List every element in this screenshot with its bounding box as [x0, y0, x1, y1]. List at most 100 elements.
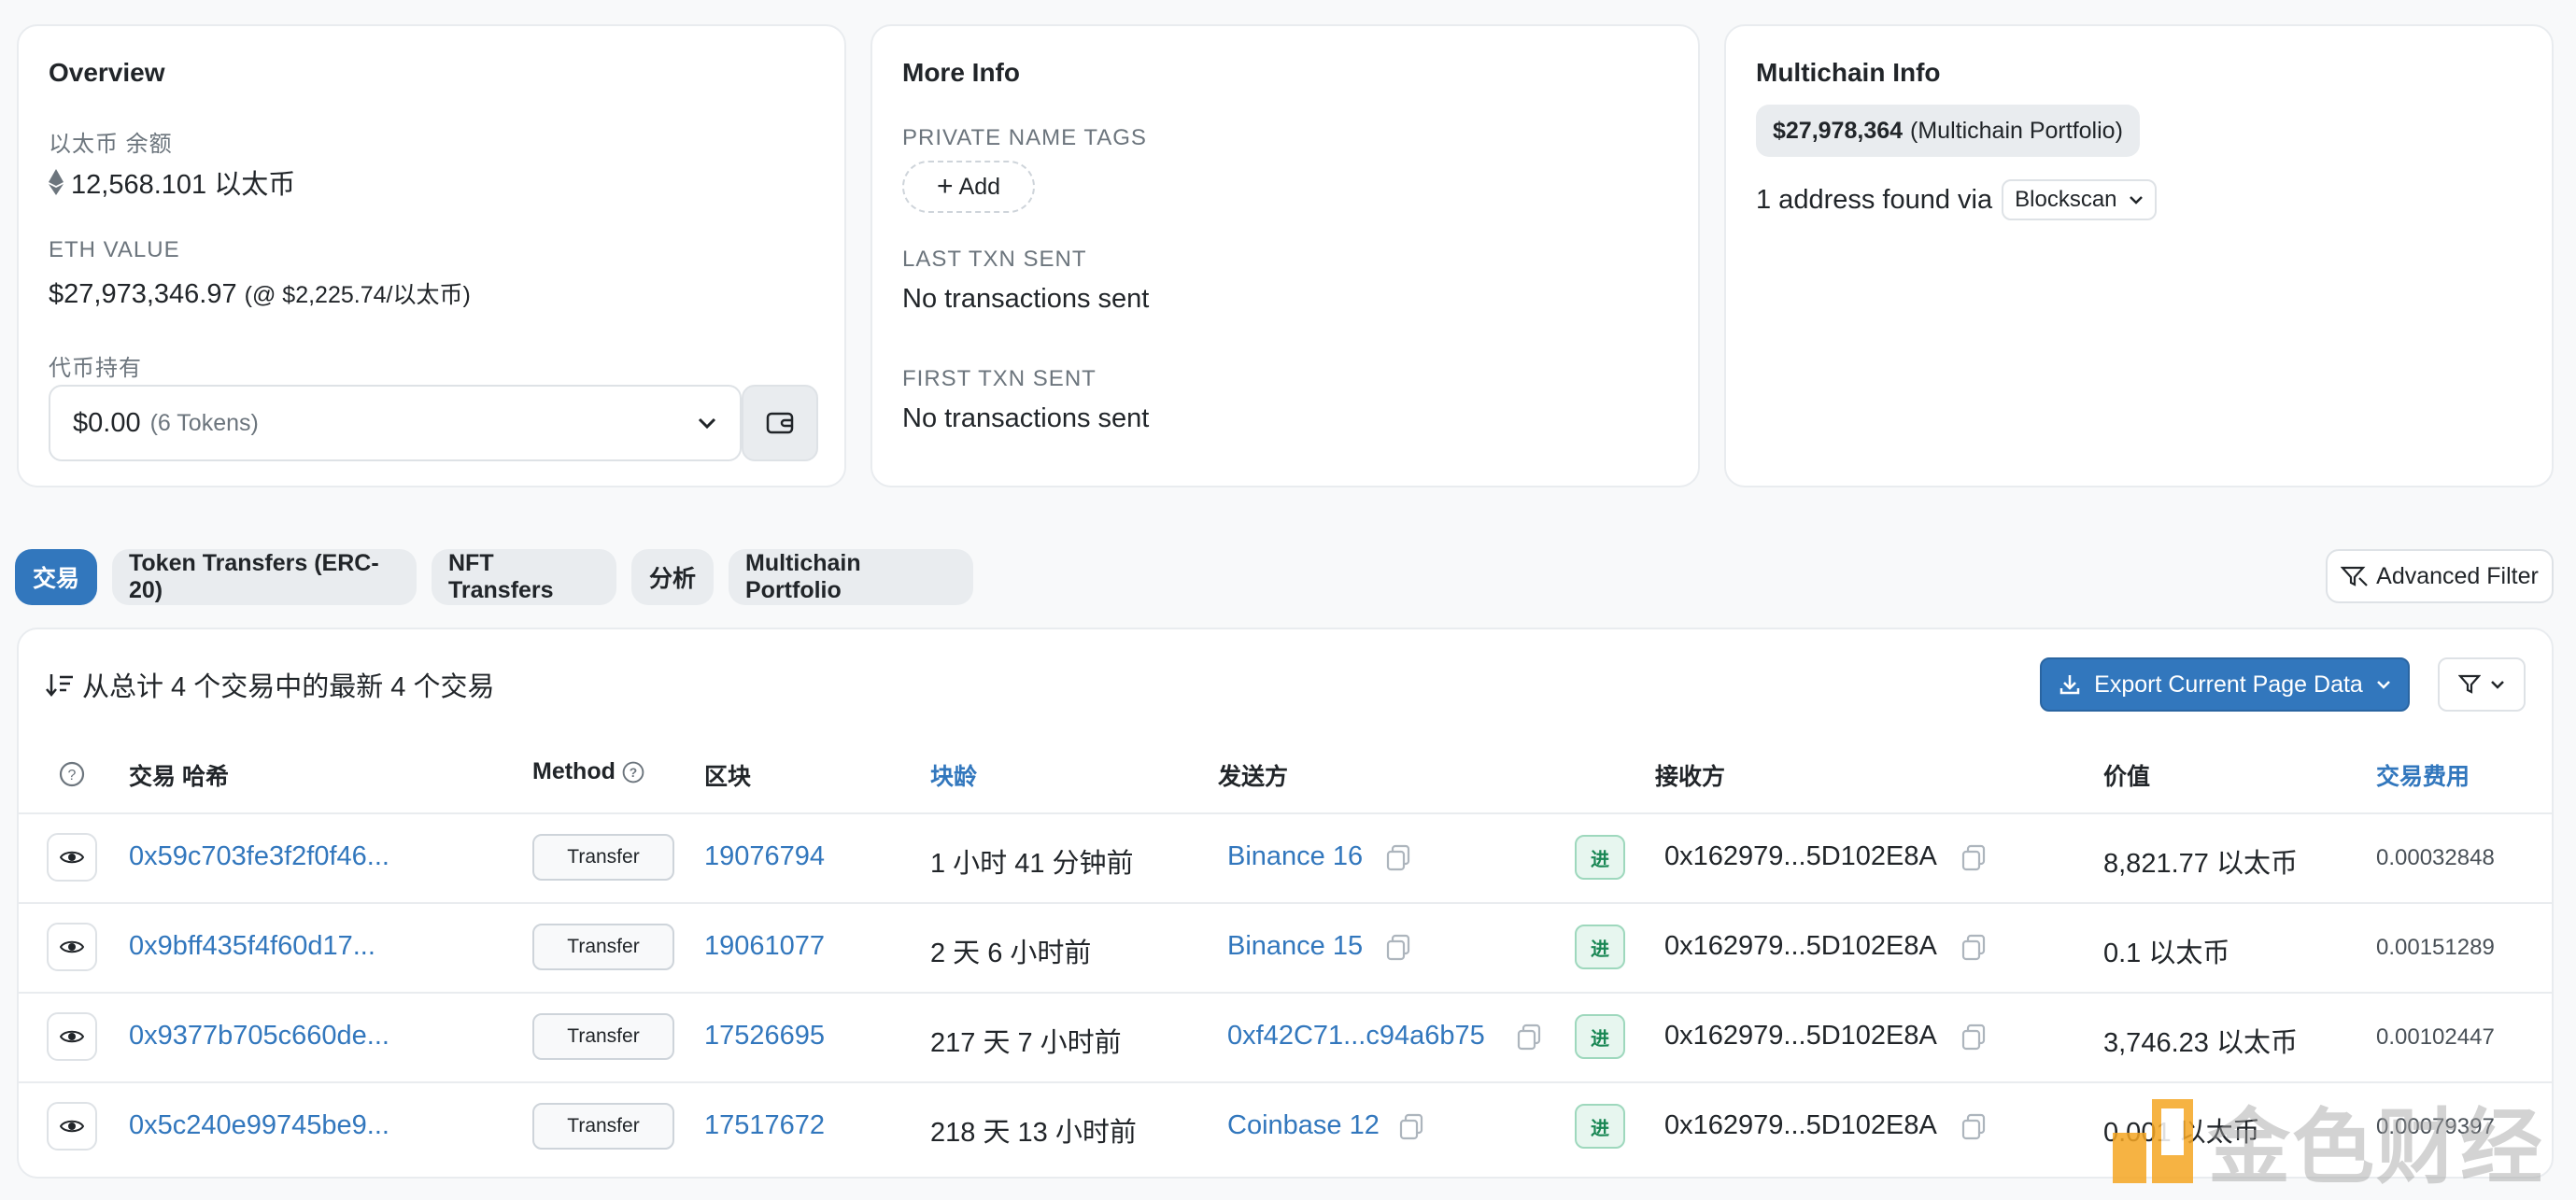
header-age[interactable]: 块龄: [930, 758, 977, 792]
help-icon[interactable]: ?: [58, 760, 86, 788]
summary-text: 从总计 4 个交易中的最新 4 个交易: [82, 672, 495, 702]
from-address-link[interactable]: Binance 15: [1227, 931, 1363, 962]
watermark-logo-icon: [2113, 1098, 2193, 1183]
multichain-card: Multichain Info $27,978,364 (Multichain …: [1724, 24, 2554, 487]
tab-nft-transfers[interactable]: NFT Transfers: [432, 549, 616, 605]
preview-button[interactable]: [47, 1012, 97, 1061]
table-summary: 从总计 4 个交易中的最新 4 个交易: [45, 665, 495, 704]
divider: [17, 992, 2554, 994]
copy-icon[interactable]: [1960, 1112, 1988, 1140]
txn-hash-link[interactable]: 0x5c240e99745be9...: [129, 1110, 389, 1141]
tab-label: 分析: [648, 566, 696, 592]
txn-value: 0.1 以太币: [2103, 939, 2230, 968]
txn-age: 1 小时 41 分钟前: [930, 849, 1134, 879]
token-amount: $0.00: [73, 407, 141, 438]
advanced-filter-label: Advanced Filter: [2376, 562, 2539, 589]
eth-value-label: ETH VALUE: [49, 237, 180, 262]
svg-text:?: ?: [630, 765, 637, 780]
help-icon[interactable]: ?: [621, 760, 645, 784]
to-address: 0x162979...5D102E8A: [1664, 1021, 1937, 1051]
watermark: 金色财经: [2109, 1081, 2544, 1200]
token-holdings-label: 代币持有: [49, 356, 142, 381]
multichain-portfolio-badge[interactable]: $27,978,364 (Multichain Portfolio): [1756, 105, 2140, 157]
from-address-link[interactable]: Binance 16: [1227, 841, 1363, 872]
balance-value: 12,568.101 以太币: [49, 162, 295, 202]
portfolio-amount: $27,978,364: [1773, 117, 1904, 144]
first-txn-value: No transactions sent: [902, 403, 1150, 433]
txn-age: 218 天 13 小时前: [930, 1118, 1137, 1148]
tab-label: Token Transfers (ERC-20): [129, 550, 379, 603]
txn-hash-link[interactable]: 0x9377b705c660de...: [129, 1021, 389, 1052]
copy-icon[interactable]: [1384, 843, 1412, 871]
chevron-down-icon: [2491, 681, 2504, 689]
blockscan-dropdown[interactable]: Blockscan: [2002, 179, 2157, 220]
advanced-filter-button[interactable]: Advanced Filter: [2326, 549, 2554, 603]
copy-icon[interactable]: [1960, 933, 1988, 961]
more-info-title: More Info: [902, 58, 1020, 87]
block-link[interactable]: 19061077: [704, 931, 825, 962]
block-link[interactable]: 17517672: [704, 1110, 825, 1141]
to-address: 0x162979...5D102E8A: [1664, 931, 1937, 961]
eth-price: (@ $2,225.74/以太币): [244, 282, 471, 308]
txn-value: 8,821.77 以太币: [2103, 849, 2298, 879]
eye-icon: [60, 851, 84, 864]
overview-title: Overview: [49, 58, 165, 87]
first-txn-label: FIRST TXN SENT: [902, 366, 1097, 391]
chevron-down-icon: [2129, 196, 2143, 205]
copy-icon[interactable]: [1960, 843, 1988, 871]
ethereum-icon: [49, 169, 64, 195]
tab-label: 交易: [32, 566, 79, 592]
preview-button[interactable]: [47, 833, 97, 882]
tab-label: Multichain Portfolio: [745, 550, 861, 603]
eth-value-amount: $27,973,346.97: [49, 279, 237, 309]
to-address: 0x162979...5D102E8A: [1664, 1110, 1937, 1140]
method-badge: Transfer: [532, 1013, 674, 1060]
more-info-card: More Info PRIVATE NAME TAGS + Add LAST T…: [870, 24, 1700, 487]
copy-icon[interactable]: [1397, 1112, 1425, 1140]
txn-age: 217 天 7 小时前: [930, 1028, 1122, 1058]
column-filter-button[interactable]: [2438, 657, 2526, 712]
tab-multichain-portfolio[interactable]: Multichain Portfolio: [729, 549, 973, 605]
txn-value: 3,746.23 以太币: [2103, 1028, 2298, 1058]
tab-transactions[interactable]: 交易: [15, 549, 97, 605]
copy-icon[interactable]: [1384, 933, 1412, 961]
wallet-icon: [766, 412, 794, 434]
block-link[interactable]: 19076794: [704, 841, 825, 872]
tab-analytics[interactable]: 分析: [631, 549, 714, 605]
preview-button[interactable]: [47, 923, 97, 971]
add-tag-label: Add: [958, 173, 1000, 200]
txn-fee: 0.00102447: [2376, 1024, 2495, 1050]
tab-label: NFT Transfers: [448, 550, 554, 603]
header-value: 价值: [2103, 764, 2151, 790]
preview-button[interactable]: [47, 1102, 97, 1151]
portfolio-label: (Multichain Portfolio): [1910, 117, 2123, 144]
header-from: 发送方: [1218, 764, 1289, 790]
tab-token-transfers[interactable]: Token Transfers (ERC-20): [112, 549, 417, 605]
from-address-link[interactable]: Coinbase 12: [1227, 1110, 1380, 1141]
copy-icon[interactable]: [1515, 1023, 1543, 1051]
add-tag-button[interactable]: + Add: [902, 161, 1035, 213]
divider: [17, 812, 2554, 814]
watermark-text: 金色财经: [2208, 1101, 2545, 1193]
multichain-title: Multichain Info: [1756, 58, 1941, 87]
filter-icon: [2458, 674, 2481, 694]
wallet-button[interactable]: [742, 385, 818, 461]
eye-icon: [60, 940, 84, 953]
export-button[interactable]: Export Current Page Data: [2040, 657, 2410, 712]
block-link[interactable]: 17526695: [704, 1021, 825, 1052]
header-method: Method ?: [532, 758, 645, 785]
plus-icon: +: [936, 171, 954, 202]
export-label: Export Current Page Data: [2094, 671, 2363, 698]
sort-icon: [46, 674, 73, 697]
token-holdings-dropdown[interactable]: $0.00 (6 Tokens): [49, 385, 742, 461]
copy-icon[interactable]: [1960, 1023, 1988, 1051]
private-name-tags-label: PRIVATE NAME TAGS: [902, 125, 1147, 150]
to-address: 0x162979...5D102E8A: [1664, 841, 1937, 871]
method-badge: Transfer: [532, 1103, 674, 1150]
header-fee[interactable]: 交易费用: [2376, 758, 2470, 792]
from-address-link[interactable]: 0xf42C71...c94a6b75: [1227, 1021, 1485, 1052]
txn-hash-link[interactable]: 0x9bff435f4f60d17...: [129, 931, 375, 962]
last-txn-label: LAST TXN SENT: [902, 247, 1087, 272]
txn-fee: 0.00032848: [2376, 845, 2495, 870]
txn-hash-link[interactable]: 0x59c703fe3f2f0f46...: [129, 841, 389, 872]
